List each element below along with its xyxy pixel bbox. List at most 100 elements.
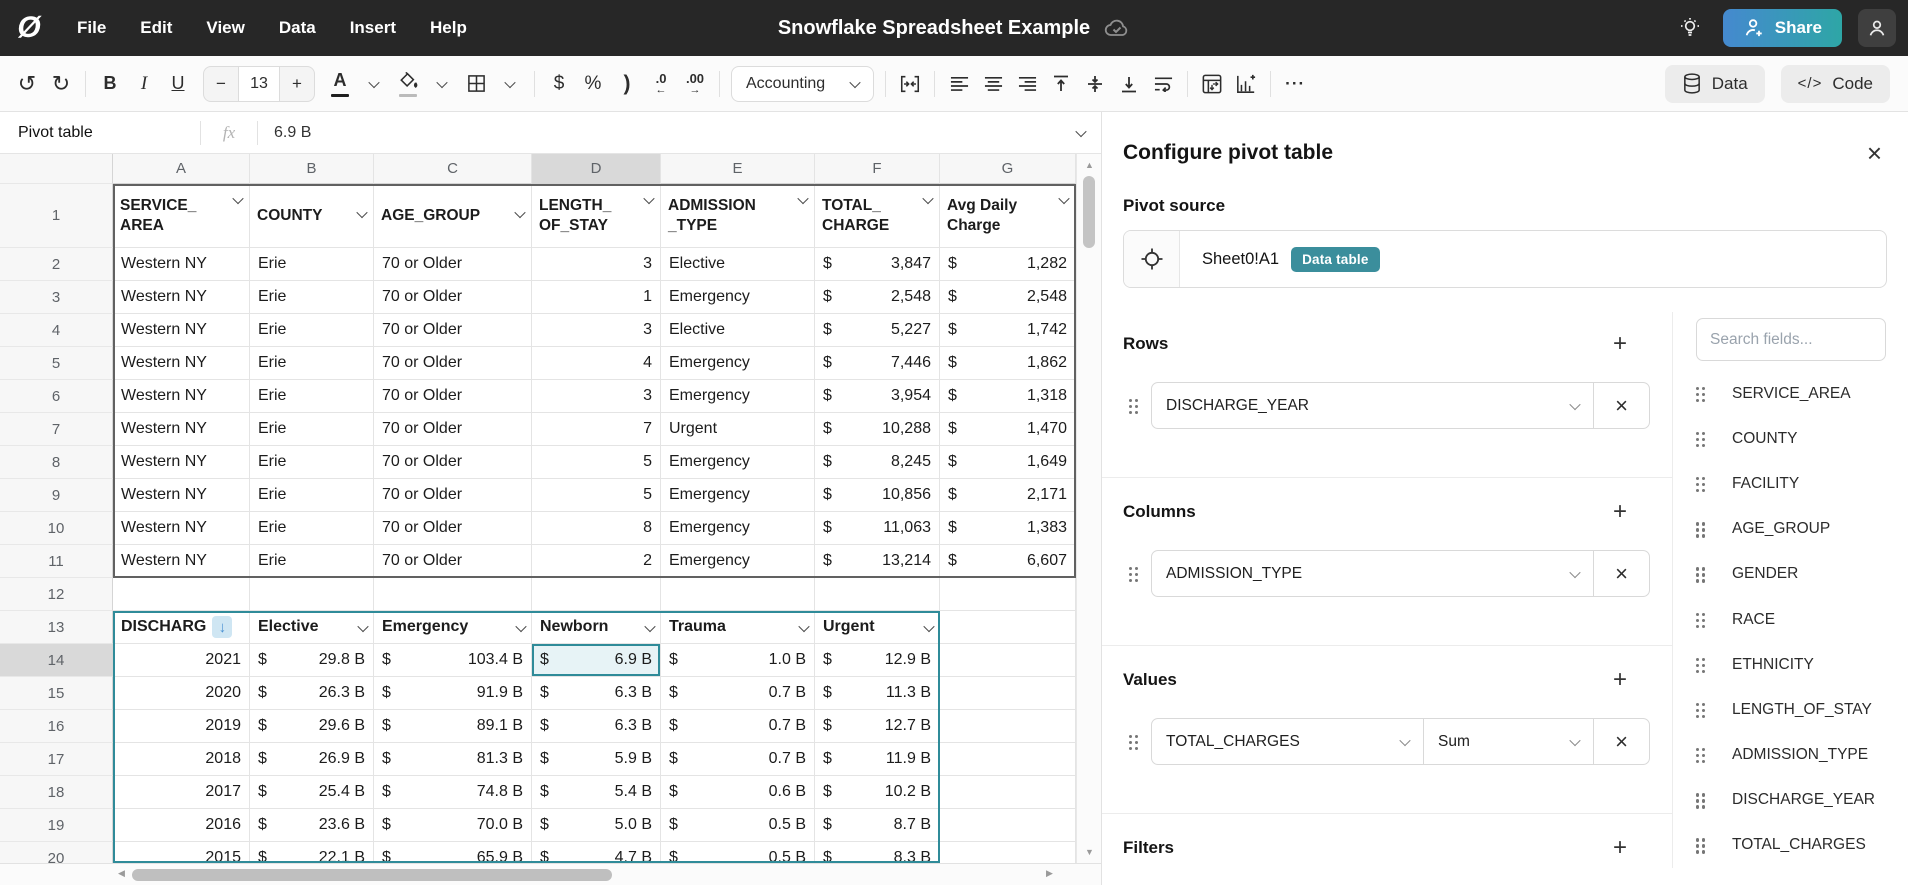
row-header[interactable]: 9 <box>0 479 113 512</box>
cell[interactable]: Erie <box>250 545 374 578</box>
remove-values-field-button[interactable]: × <box>1593 719 1649 764</box>
row-header[interactable]: 19 <box>0 809 113 842</box>
cell-g1[interactable]: Avg DailyCharge <box>940 184 1076 248</box>
pivot-col-header[interactable]: Elective <box>250 611 374 644</box>
filter-chevron-icon[interactable] <box>643 193 654 204</box>
cell[interactable]: Emergency <box>661 281 815 314</box>
column-header-c[interactable]: C <box>374 154 532 184</box>
row-header[interactable]: 4 <box>0 314 113 347</box>
drag-handle-icon[interactable] <box>1696 702 1706 718</box>
row-header[interactable]: 5 <box>0 347 113 380</box>
vertical-align-top-button[interactable] <box>1044 66 1078 102</box>
row-header[interactable]: 18 <box>0 776 113 809</box>
field-item-gender[interactable]: GENDER <box>1696 552 1886 597</box>
cell[interactable]: 3 <box>532 314 661 347</box>
cell[interactable]: $23.6 B <box>250 809 374 842</box>
fill-color-dropdown[interactable] <box>425 66 459 102</box>
cell[interactable]: 70 or Older <box>374 545 532 578</box>
scroll-down-arrow[interactable]: ▼ <box>1077 847 1102 857</box>
cell[interactable]: $4.7 B <box>532 842 661 863</box>
filter-chevron-icon[interactable] <box>797 193 808 204</box>
cell[interactable]: 70 or Older <box>374 347 532 380</box>
cell[interactable]: $0.7 B <box>661 743 815 776</box>
cell-f1[interactable]: TOTAL_CHARGE <box>815 184 940 248</box>
field-item-total-charges[interactable]: TOTAL_CHARGES <box>1696 823 1886 868</box>
borders-dropdown[interactable] <box>493 66 527 102</box>
sort-descending-icon[interactable]: ↓ <box>212 616 232 638</box>
row-header[interactable]: 13 <box>0 611 113 644</box>
cell[interactable]: Emergency <box>661 347 815 380</box>
pivot-col-header[interactable]: Newborn <box>532 611 661 644</box>
cell[interactable]: Erie <box>250 248 374 281</box>
cell[interactable]: Erie <box>250 479 374 512</box>
cell[interactable]: 7 <box>532 413 661 446</box>
cell[interactable]: 70 or Older <box>374 248 532 281</box>
borders-button[interactable] <box>459 66 493 102</box>
cell-c1[interactable]: AGE_GROUP <box>374 184 532 248</box>
cell[interactable] <box>940 578 1076 611</box>
cell[interactable]: Western NY <box>113 512 250 545</box>
cell[interactable]: 2017 <box>113 776 250 809</box>
cell[interactable]: $5.4 B <box>532 776 661 809</box>
column-header-a[interactable]: A <box>113 154 250 184</box>
cell[interactable] <box>661 578 815 611</box>
align-left-button[interactable] <box>942 66 976 102</box>
cell[interactable]: Erie <box>250 446 374 479</box>
cell[interactable]: 70 or Older <box>374 413 532 446</box>
scroll-left-arrow[interactable]: ◀ <box>118 868 125 879</box>
drag-handle-icon[interactable] <box>1129 734 1139 750</box>
cell[interactable] <box>940 677 1076 710</box>
drag-handle-icon[interactable] <box>1696 657 1706 673</box>
increase-decimal-button[interactable]: .00→ <box>678 66 712 102</box>
cell[interactable] <box>940 710 1076 743</box>
scroll-up-arrow[interactable]: ▲ <box>1077 160 1102 170</box>
cell[interactable]: $26.9 B <box>250 743 374 776</box>
font-size-increase-button[interactable]: + <box>280 67 314 101</box>
cell[interactable]: 2020 <box>113 677 250 710</box>
cell[interactable]: $11.9 B <box>815 743 940 776</box>
select-range-button[interactable] <box>1124 231 1180 287</box>
cell[interactable]: $5.0 B <box>532 809 661 842</box>
cell[interactable]: 70 or Older <box>374 512 532 545</box>
field-item-race[interactable]: RACE <box>1696 597 1886 642</box>
pivot-source-input[interactable]: Sheet0!A1 Data table <box>1123 230 1887 288</box>
cell[interactable]: Western NY <box>113 380 250 413</box>
drag-handle-icon[interactable] <box>1696 521 1706 537</box>
menu-file[interactable]: File <box>60 18 123 38</box>
row-header[interactable]: 11 <box>0 545 113 578</box>
cell[interactable]: $29.8 B <box>250 644 374 677</box>
comma-format-button[interactable]: ) <box>610 66 644 102</box>
pivot-row-header-cell[interactable]: DISCHARG ↓ <box>113 611 250 644</box>
cell[interactable]: $70.0 B <box>374 809 532 842</box>
cell[interactable]: $1,862 <box>940 347 1076 380</box>
percent-format-button[interactable]: % <box>576 66 610 102</box>
row-header-1[interactable]: 1 <box>0 184 113 248</box>
cell[interactable]: 5 <box>532 446 661 479</box>
cell[interactable] <box>113 578 250 611</box>
font-size-value[interactable]: 13 <box>238 67 280 101</box>
column-header-f[interactable]: F <box>815 154 940 184</box>
vertical-scrollbar[interactable]: ▲ ▼ <box>1076 154 1101 863</box>
cell[interactable]: Western NY <box>113 413 250 446</box>
cell[interactable] <box>250 578 374 611</box>
drag-handle-icon[interactable] <box>1129 398 1139 414</box>
cell[interactable]: $22.1 B <box>250 842 374 863</box>
cell[interactable]: Erie <box>250 413 374 446</box>
app-logo-icon[interactable]: Ø <box>12 11 46 45</box>
cell[interactable]: Emergency <box>661 380 815 413</box>
remove-rows-field-button[interactable]: × <box>1593 383 1649 428</box>
name-box[interactable]: Pivot table <box>0 124 200 142</box>
underline-button[interactable]: U <box>161 66 195 102</box>
cell[interactable]: $26.3 B <box>250 677 374 710</box>
cell[interactable] <box>532 578 661 611</box>
field-item-service-area[interactable]: SERVICE_AREA <box>1696 371 1886 416</box>
field-item-admission-type[interactable]: ADMISSION_TYPE <box>1696 733 1886 778</box>
cell[interactable]: Western NY <box>113 545 250 578</box>
cell[interactable]: 2015 <box>113 842 250 863</box>
cell[interactable]: $1,742 <box>940 314 1076 347</box>
cell[interactable]: 8 <box>532 512 661 545</box>
filter-chevron-icon[interactable] <box>356 207 367 218</box>
redo-button[interactable]: ↻ <box>44 66 78 102</box>
horizontal-scrollbar[interactable]: ◀ ▶ <box>0 863 1101 885</box>
cell[interactable]: $1,318 <box>940 380 1076 413</box>
